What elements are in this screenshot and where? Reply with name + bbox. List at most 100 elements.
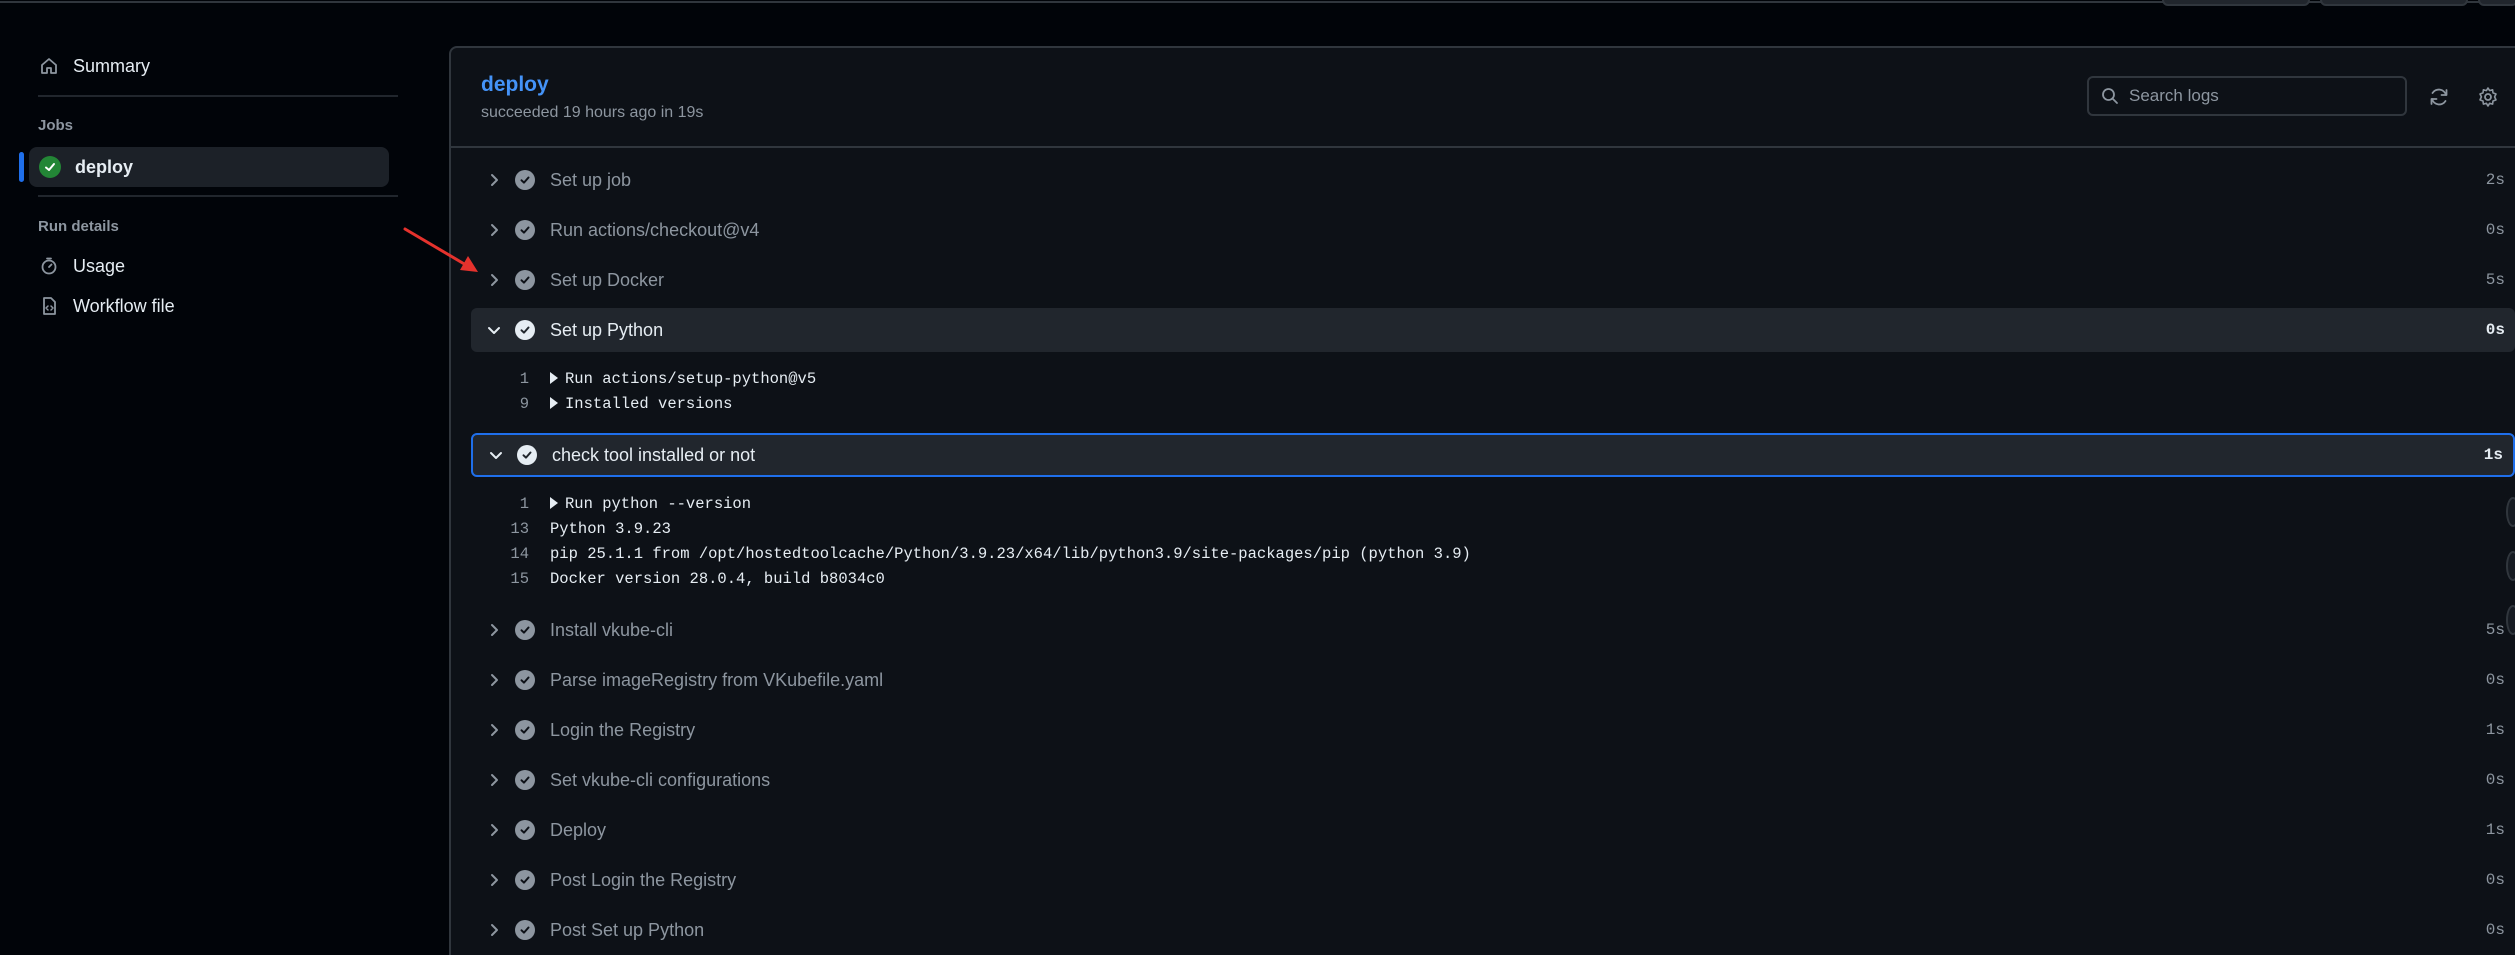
check-circle-icon (39, 156, 61, 178)
log-line-number[interactable]: 13 (471, 520, 529, 538)
top-bar (0, 0, 2515, 6)
expand-triangle-icon[interactable] (550, 496, 558, 509)
chevron-right-icon (485, 771, 503, 789)
log-line-number[interactable]: 1 (471, 495, 529, 513)
step-duration: 1s (2485, 721, 2505, 739)
check-circle-icon (515, 820, 535, 840)
expand-triangle-icon[interactable] (550, 396, 558, 409)
check-circle-icon (515, 170, 535, 190)
chevron-right-icon (485, 821, 503, 839)
step-row[interactable]: Set vkube-cli configurations 0s (471, 758, 2515, 802)
step-duration: 0s (2485, 671, 2505, 689)
step-row[interactable]: Set up Docker 5s (471, 258, 2515, 302)
step-duration: 1s (2485, 821, 2505, 839)
divider (38, 95, 398, 97)
sidebar-item-workflow-file[interactable]: Workflow file (29, 286, 389, 326)
chevron-right-icon (485, 171, 503, 189)
sidebar: Summary Jobs deploy Run details Usage Wo… (0, 5, 449, 955)
log-line-text: Docker version 28.0.4, build b8034c0 (550, 569, 885, 588)
log-line[interactable]: 13 Python 3.9.23 (471, 516, 2471, 541)
step-duration: 0s (2485, 771, 2505, 789)
check-circle-icon (515, 620, 535, 640)
search-icon (2102, 88, 2118, 104)
step-duration: 5s (2485, 271, 2505, 289)
step-row[interactable]: Parse imageRegistry from VKubefile.yaml … (471, 658, 2515, 702)
step-duration: 0s (2485, 321, 2505, 339)
sidebar-item-label: deploy (75, 156, 134, 177)
scroll-control[interactable] (2506, 551, 2515, 581)
log-line[interactable]: 1 Run python --version (471, 491, 2471, 516)
log-line-text: Run actions/setup-python@v5 (565, 369, 817, 388)
check-circle-icon (515, 920, 535, 940)
step-row-expanded[interactable]: check tool installed or not 1s (471, 433, 2515, 477)
page-title[interactable]: deploy (481, 73, 549, 97)
job-log-panel: deploy succeeded 19 hours ago in 19s Sea… (449, 46, 2515, 955)
chevron-right-icon (485, 871, 503, 889)
step-name: Deploy (550, 819, 607, 840)
chevron-right-icon (485, 921, 503, 939)
log-line[interactable]: 1 Run actions/setup-python@v5 (471, 366, 2471, 391)
step-name: Run actions/checkout@v4 (550, 219, 760, 240)
step-row[interactable]: Post Set up Python 0s (471, 908, 2515, 952)
check-circle-icon (515, 270, 535, 290)
scroll-control[interactable] (2506, 497, 2515, 527)
check-circle-icon (515, 720, 535, 740)
log-line-number[interactable]: 1 (471, 370, 529, 388)
divider (38, 195, 398, 197)
gear-icon[interactable] (2475, 84, 2501, 110)
sidebar-item-summary[interactable]: Summary (29, 46, 389, 86)
scroll-control[interactable] (2506, 605, 2515, 635)
log-line-number[interactable]: 14 (471, 545, 529, 563)
step-name: Login the Registry (550, 719, 696, 740)
step-name: Install vkube-cli (550, 619, 674, 640)
sidebar-item-usage[interactable]: Usage (29, 246, 389, 286)
step-row-expanded[interactable]: Set up Python 0s (471, 308, 2515, 352)
step-name: Set up Docker (550, 269, 665, 290)
check-circle-icon (515, 320, 535, 340)
top-action-button[interactable] (2162, 0, 2310, 6)
step-row[interactable]: Login the Registry 1s (471, 708, 2515, 752)
file-code-icon (43, 297, 56, 315)
log-line[interactable]: 14 pip 25.1.1 from /opt/hostedtoolcache/… (471, 541, 2471, 566)
step-row[interactable]: Run actions/checkout@v4 0s (471, 208, 2515, 252)
step-name: Set up job (550, 169, 632, 190)
search-logs-input[interactable] (2129, 86, 2389, 106)
check-circle-icon (515, 670, 535, 690)
chevron-right-icon (485, 621, 503, 639)
sidebar-item-deploy[interactable]: deploy (29, 147, 389, 187)
top-action-button[interactable] (2320, 0, 2468, 6)
search-logs-field[interactable] (2087, 76, 2407, 116)
step-row[interactable]: Set up job 2s (471, 158, 2515, 202)
step-name: Set vkube-cli configurations (550, 769, 771, 790)
step-duration: 2s (2485, 171, 2505, 189)
top-action-button[interactable] (2478, 0, 2515, 6)
chevron-right-icon (485, 271, 503, 289)
log-line[interactable]: 15 Docker version 28.0.4, build b8034c0 (471, 566, 2471, 591)
step-row[interactable]: Install vkube-cli 5s (471, 608, 2515, 652)
sync-icon[interactable] (2426, 84, 2452, 110)
log-line-text: Run python --version (565, 494, 752, 513)
step-row[interactable]: Post Login the Registry 0s (471, 858, 2515, 902)
stopwatch-icon (41, 257, 57, 275)
step-name: Post Login the Registry (550, 869, 737, 890)
step-name: Set up Python (550, 319, 664, 340)
chevron-right-icon (485, 721, 503, 739)
step-name: Parse imageRegistry from VKubefile.yaml (550, 669, 884, 690)
step-duration: 0s (2485, 921, 2505, 939)
step-row[interactable]: Deploy 1s (471, 808, 2515, 852)
log-line[interactable]: 9 Installed versions (471, 391, 2471, 416)
step-duration: 1s (2483, 446, 2503, 464)
chevron-right-icon (485, 671, 503, 689)
step-duration: 5s (2485, 621, 2505, 639)
chevron-down-icon (485, 321, 503, 339)
step-duration: 0s (2485, 871, 2505, 889)
log-line-number[interactable]: 9 (471, 395, 529, 413)
check-circle-icon (515, 870, 535, 890)
check-circle-icon (517, 445, 537, 465)
log-line-number[interactable]: 15 (471, 570, 529, 588)
log-line-text: Installed versions (565, 394, 733, 413)
step-duration: 0s (2485, 221, 2505, 239)
check-circle-icon (515, 220, 535, 240)
step-name: Post Set up Python (550, 919, 705, 940)
expand-triangle-icon[interactable] (550, 371, 558, 384)
